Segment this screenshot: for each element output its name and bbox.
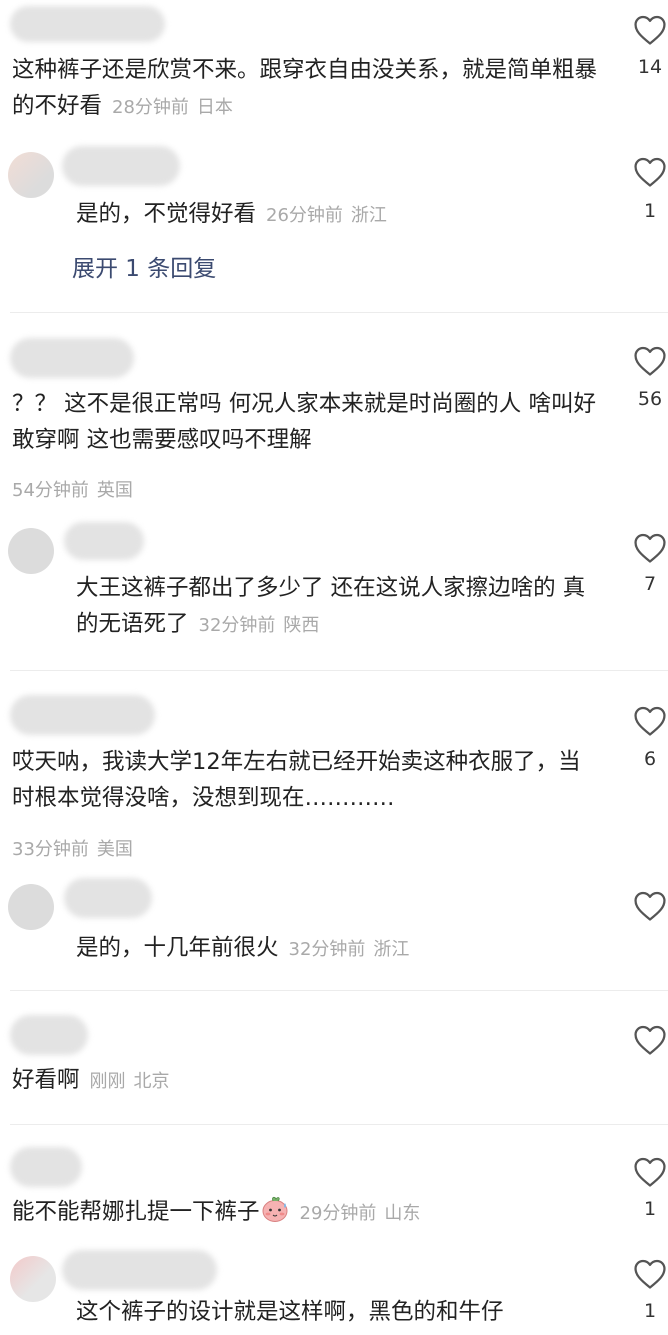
comment-text: 好看啊 刚刚 北京 <box>12 1062 602 1100</box>
like-count: 1 <box>643 200 657 222</box>
comment-time: 刚刚 <box>89 1071 126 1092</box>
comment-body: 这种裤子还是欣赏不来。跟穿衣自由没关系，就是简单粗暴的不好看 <box>12 57 598 119</box>
comment-time: 54分钟前 <box>12 480 89 501</box>
comment-location: 美国 <box>96 839 133 860</box>
comment-time: 29分钟前 <box>299 1203 377 1224</box>
heart-icon[interactable] <box>633 1024 667 1056</box>
avatar[interactable] <box>8 152 54 198</box>
divider <box>10 312 668 313</box>
username-blurred <box>64 878 152 918</box>
reply-text: 这个裤子的设计就是这样啊，黑色的和牛仔 <box>76 1294 601 1330</box>
username-blurred <box>10 338 134 378</box>
reply-location: 浙江 <box>373 939 410 960</box>
heart-icon[interactable] <box>633 14 667 46</box>
heart-icon[interactable] <box>633 1156 667 1188</box>
username-blurred <box>62 1250 217 1290</box>
comment-location: 山东 <box>384 1203 421 1224</box>
like-count: 1 <box>643 1300 657 1322</box>
blushing-peach-emoji <box>262 1196 288 1222</box>
avatar[interactable] <box>10 1256 56 1302</box>
reply-location: 浙江 <box>350 205 387 226</box>
comment-location: 北京 <box>133 1071 170 1092</box>
comment-meta: 54分钟前 英国 <box>12 476 133 502</box>
reply-body: 大王这裤子都出了多少了 还在这说人家擦边啥的 真的无语死了 <box>76 575 586 637</box>
heart-icon[interactable] <box>633 532 667 564</box>
divider <box>10 1124 668 1125</box>
avatar[interactable] <box>8 528 54 574</box>
reply-body: 是的，不觉得好看 <box>76 201 257 227</box>
like-count: 7 <box>643 573 657 595</box>
comment-body: ？？ 这不是很正常吗 何况人家本来就是时尚圈的人 啥叫好敢穿啊 这也需要感叹吗不… <box>12 391 596 453</box>
reply-text: 大王这裤子都出了多少了 还在这说人家擦边啥的 真的无语死了 32分钟前 陕西 <box>76 570 601 644</box>
comment-meta: 33分钟前 美国 <box>12 835 133 861</box>
like-count: 56 <box>637 388 663 410</box>
reply-time: 32分钟前 <box>288 939 366 960</box>
comment-location: 英国 <box>96 480 133 501</box>
divider <box>10 670 668 671</box>
like-count: 1 <box>643 1198 657 1220</box>
username-blurred <box>10 6 165 42</box>
expand-replies-button[interactable]: 展开 1 条回复 <box>72 249 216 283</box>
reply-time: 26分钟前 <box>266 205 343 226</box>
like-count: 6 <box>643 748 657 770</box>
username-blurred <box>10 1147 82 1187</box>
username-blurred <box>62 146 180 186</box>
comment-location: 日本 <box>196 97 233 118</box>
avatar[interactable] <box>8 884 54 930</box>
comment-time: 28分钟前 <box>112 97 189 118</box>
like-count: 14 <box>637 56 663 78</box>
reply-body: 这个裤子的设计就是这样啊，黑色的和牛仔 <box>76 1299 504 1325</box>
username-blurred <box>10 695 155 735</box>
comment-body: 能不能帮娜扎提一下裤子 <box>12 1199 260 1225</box>
reply-text: 是的，不觉得好看 26分钟前 浙江 <box>76 196 601 234</box>
username-blurred <box>10 1015 88 1055</box>
divider <box>10 990 668 991</box>
heart-icon[interactable] <box>633 156 667 188</box>
heart-icon[interactable] <box>633 1258 667 1290</box>
comment-time: 33分钟前 <box>12 839 89 860</box>
reply-location: 陕西 <box>283 615 320 636</box>
reply-body: 是的，十几年前很火 <box>76 935 279 961</box>
heart-icon[interactable] <box>633 345 667 377</box>
comment-text: 这种裤子还是欣赏不来。跟穿衣自由没关系，就是简单粗暴的不好看 28分钟前 日本 <box>12 52 602 126</box>
reply-time: 32分钟前 <box>198 615 276 636</box>
heart-icon[interactable] <box>633 705 667 737</box>
comment-body: 好看啊 <box>12 1067 80 1093</box>
comment-body: 哎天呐，我读大学12年左右就已经开始卖这种衣服了，当时根本觉得没啥，没想到现在…… <box>12 749 581 811</box>
comment-text: ？？ 这不是很正常吗 何况人家本来就是时尚圈的人 啥叫好敢穿啊 这也需要感叹吗不… <box>12 386 602 458</box>
comment-text: 能不能帮娜扎提一下裤子 29分钟前 山东 <box>12 1194 602 1232</box>
heart-icon[interactable] <box>633 890 667 922</box>
comment-text: 哎天呐，我读大学12年左右就已经开始卖这种衣服了，当时根本觉得没啥，没想到现在…… <box>12 744 602 816</box>
username-blurred <box>64 522 144 560</box>
reply-text: 是的，十几年前很火 32分钟前 浙江 <box>76 930 601 968</box>
